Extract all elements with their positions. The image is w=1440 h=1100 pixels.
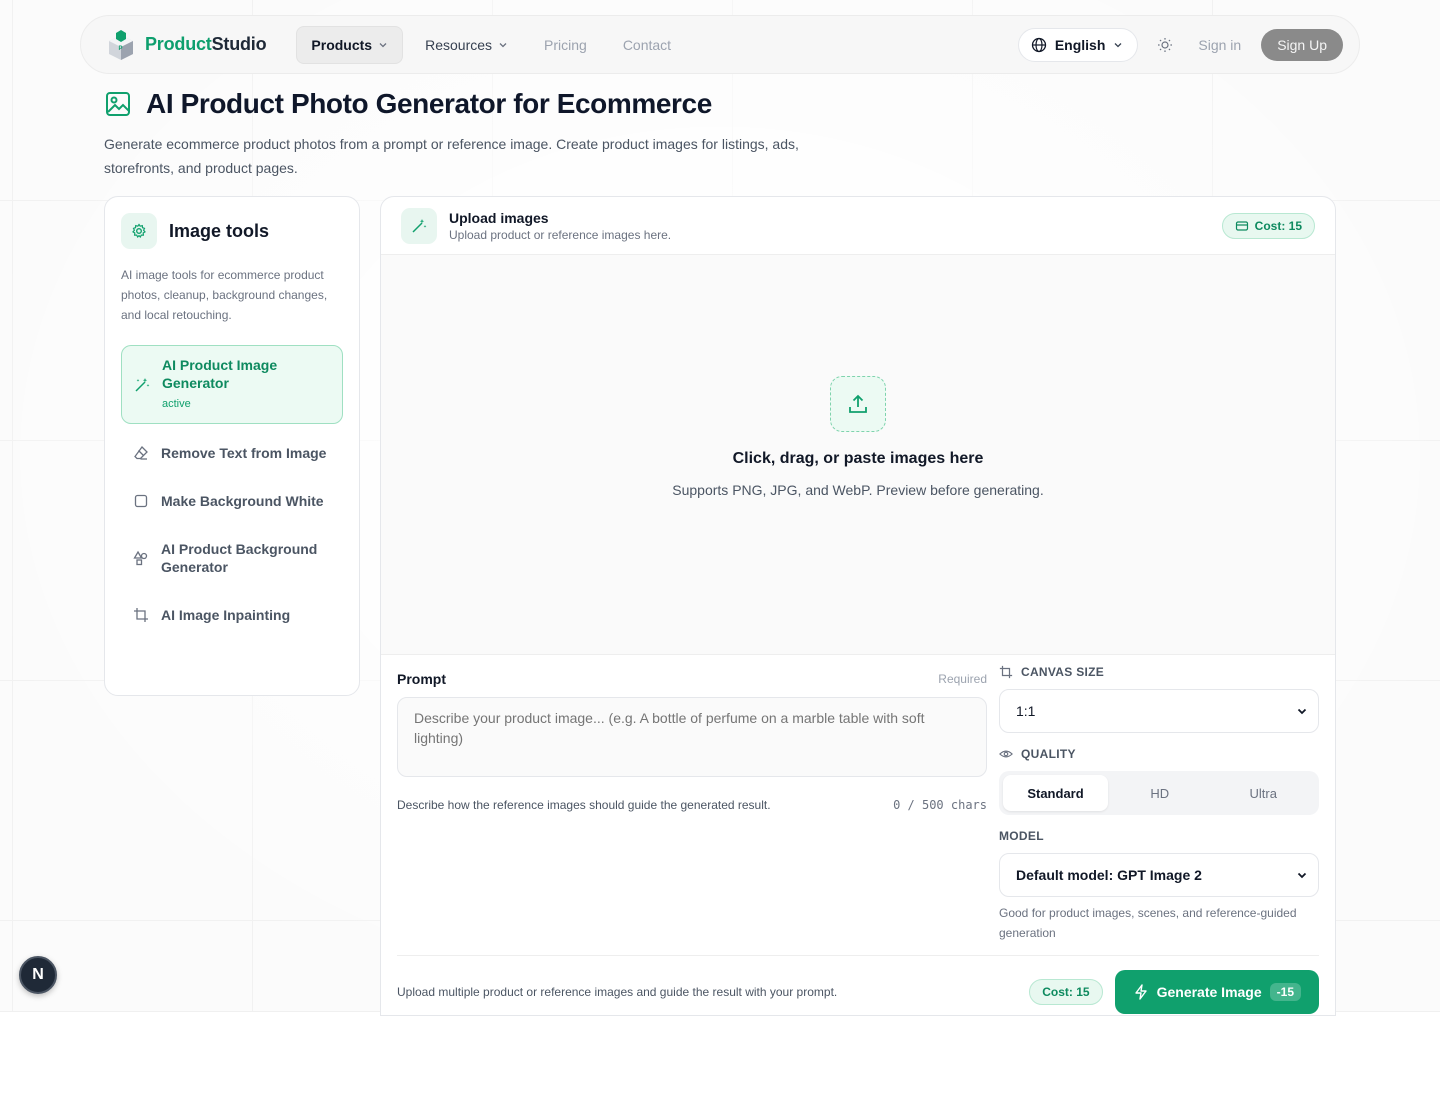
dev-tools-badge[interactable]: N: [19, 956, 57, 994]
eye-icon: [999, 750, 1013, 758]
tools-sidebar: Image tools AI image tools for ecommerce…: [104, 196, 360, 696]
lightning-icon: [1134, 983, 1147, 1000]
sidebar-description: AI image tools for ecommerce product pho…: [121, 268, 328, 322]
globe-icon: [1031, 37, 1046, 52]
tool-label: AI Image Inpainting: [161, 607, 291, 623]
model-text: MODEL: [999, 829, 1044, 843]
model-select[interactable]: Default model: GPT Image 2: [999, 853, 1319, 897]
char-count: 0 / 500 chars: [893, 798, 987, 812]
sidebar-header: Image tools: [121, 213, 343, 249]
brand-name: ProductStudio: [145, 34, 267, 55]
brand-name-part2: Studio: [211, 34, 267, 54]
page-subtitle: Generate ecommerce product photos from a…: [104, 136, 799, 176]
chevron-down-icon: [379, 42, 387, 47]
nav-contact-label: Contact: [622, 36, 672, 53]
brand[interactable]: P ProductStudio: [107, 29, 267, 61]
model-value: Default model: GPT Image 2: [1016, 867, 1202, 883]
theme-toggle[interactable]: [1148, 28, 1182, 62]
svg-text:P: P: [119, 46, 123, 52]
sun-icon: [1158, 37, 1173, 52]
prompt-input[interactable]: [397, 697, 987, 777]
quality-option-standard[interactable]: Standard: [1003, 775, 1108, 811]
logo-icon: P: [109, 29, 133, 60]
credit-card-icon: [1235, 220, 1248, 231]
canvas-size-label: CANVAS SIZE: [999, 665, 1319, 679]
sidebar-title: Image tools: [169, 220, 270, 241]
crop-icon: [999, 665, 1013, 679]
image-dropzone[interactable]: Click, drag, or paste images here Suppor…: [381, 255, 1335, 655]
quality-option-hd[interactable]: HD: [1108, 775, 1212, 811]
prompt-required: Required: [938, 672, 987, 686]
tool-label: AI Product Background Generator: [161, 541, 318, 575]
tool-ai-product-image-generator[interactable]: AI Product Image Generator active: [121, 345, 343, 424]
page-header: AI Product Photo Generator for Ecommerce: [104, 88, 712, 120]
tool-label: Make Background White: [161, 493, 324, 509]
eraser-icon: [133, 445, 149, 461]
cost-label: Cost: 15: [1254, 218, 1302, 233]
upload-title: Upload images: [449, 209, 549, 226]
chevron-down-icon: [1114, 42, 1122, 47]
chevron-down-icon: [1297, 708, 1307, 715]
brand-name-part1: Product: [145, 34, 212, 54]
canvas-size-text: CANVAS SIZE: [1021, 665, 1105, 679]
language-label: English: [1054, 36, 1106, 53]
model-label: MODEL: [999, 829, 1319, 843]
tool-ai-image-inpainting[interactable]: AI Image Inpainting: [121, 596, 343, 634]
sign-in-link[interactable]: Sign in: [1198, 37, 1241, 53]
nav-pricing[interactable]: Pricing: [530, 26, 601, 64]
sign-up-button[interactable]: Sign Up: [1261, 28, 1343, 61]
footer-note: Upload multiple product or reference ima…: [397, 984, 838, 999]
quality-option-ultra[interactable]: Ultra: [1212, 775, 1316, 811]
nav-pricing-label: Pricing: [544, 36, 587, 53]
square-icon: [133, 493, 149, 509]
language-selector[interactable]: English: [1017, 27, 1139, 62]
footer-cost-badge: Cost: 15: [1029, 978, 1103, 1005]
chevron-down-icon: [1297, 872, 1307, 879]
tool-make-background-white[interactable]: Make Background White: [121, 482, 343, 520]
generator-panel: Upload images Upload product or referenc…: [380, 196, 1336, 1016]
nav-resources[interactable]: Resources: [411, 26, 522, 64]
nav-products-label: Products: [311, 36, 373, 53]
upload-subtitle: Upload product or reference images here.: [449, 227, 672, 242]
generate-cost-badge: -15: [1269, 982, 1301, 1001]
controls-area: Prompt Required Describe how the referen…: [381, 655, 1335, 1014]
nav-resources-label: Resources: [425, 36, 493, 53]
prompt-help: Describe how the reference images should…: [397, 798, 771, 812]
upload-icon: [830, 375, 886, 432]
nav-contact[interactable]: Contact: [609, 26, 685, 64]
upload-header: Upload images Upload product or referenc…: [381, 197, 1335, 255]
chevron-down-icon: [499, 42, 507, 47]
canvas-size-value: 1:1: [1016, 703, 1036, 719]
tool-remove-text-from-image[interactable]: Remove Text from Image: [121, 434, 343, 472]
generate-label: Generate Image: [1156, 983, 1262, 1000]
canvas-size-select[interactable]: 1:1: [999, 689, 1319, 733]
model-help: Good for product images, scenes, and ref…: [999, 906, 1297, 940]
settings-section: CANVAS SIZE 1:1 QUALITY Standard HD Ultr…: [999, 665, 1319, 943]
nav-products[interactable]: Products: [296, 25, 404, 64]
tool-ai-product-background-generator[interactable]: AI Product Background Generator: [121, 530, 343, 586]
top-navbar: P ProductStudio Products Resources Prici…: [80, 15, 1360, 74]
tool-label: Remove Text from Image: [161, 445, 327, 461]
shapes-icon: [133, 550, 149, 566]
prompt-label: Prompt: [397, 671, 446, 687]
tool-active-badge: active: [162, 398, 191, 410]
cost-badge: Cost: 15: [1221, 212, 1315, 239]
dropzone-title: Click, drag, or paste images here: [732, 449, 984, 467]
page-title: AI Product Photo Generator for Ecommerce: [146, 88, 712, 119]
tool-label: AI Product Image Generator: [162, 357, 278, 391]
dropzone-subtitle: Supports PNG, JPG, and WebP. Preview bef…: [672, 481, 1044, 498]
quality-selector: Standard HD Ultra: [999, 771, 1319, 815]
image-icon: [106, 92, 130, 116]
quality-label: QUALITY: [999, 747, 1319, 761]
generate-image-button[interactable]: Generate Image -15: [1114, 969, 1319, 1014]
quality-text: QUALITY: [1021, 747, 1076, 761]
prompt-section: Prompt Required Describe how the referen…: [397, 671, 987, 812]
magic-wand-icon: [134, 377, 150, 393]
settings-icon: [121, 213, 157, 249]
magic-wand-icon: [401, 207, 437, 244]
crop-icon: [133, 607, 149, 623]
generate-footer: Upload multiple product or reference ima…: [397, 955, 1319, 1015]
